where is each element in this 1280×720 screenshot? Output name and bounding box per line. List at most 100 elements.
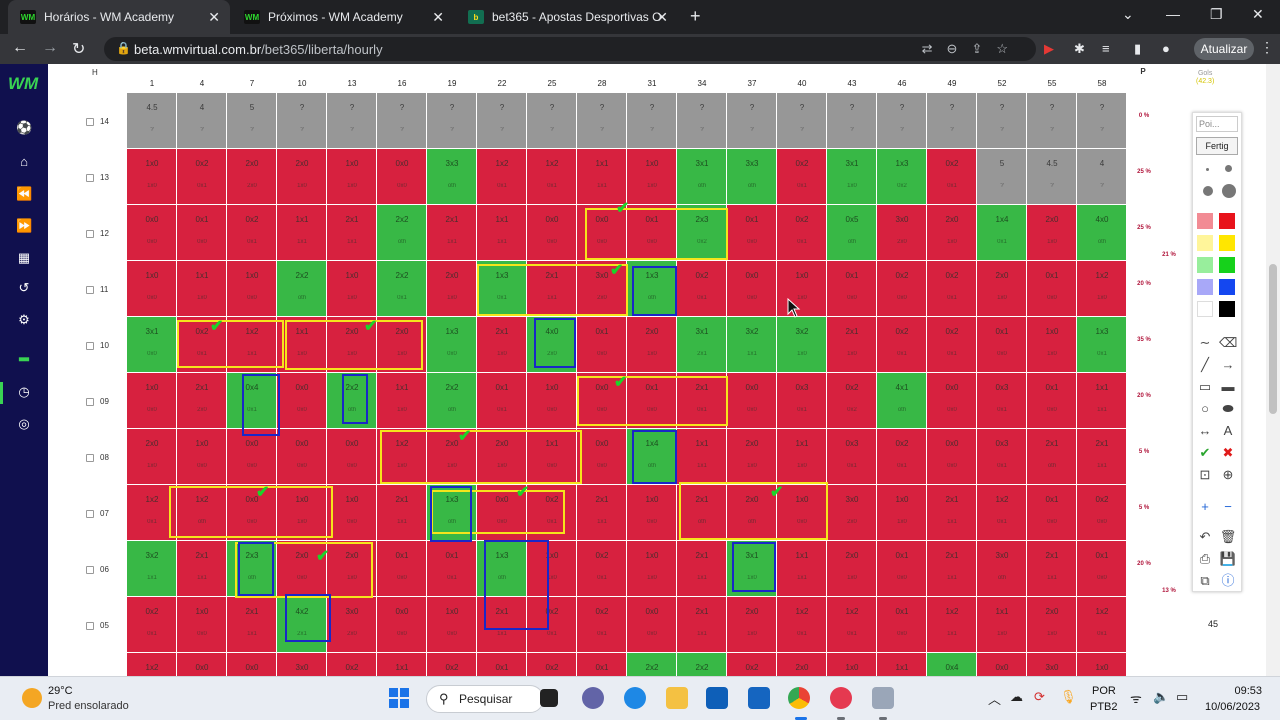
result-cell[interactable]: 3x1 0x0 (127, 317, 177, 373)
media-icon[interactable]: ≡ (1102, 41, 1110, 56)
result-cell[interactable]: 2x0 1x0 (477, 429, 527, 485)
back-icon[interactable]: ← (12, 39, 28, 57)
result-cell[interactable]: 2x0 1x0 (327, 317, 377, 373)
result-cell[interactable]: 3x0 2x0 (327, 597, 377, 653)
result-cell[interactable]: 2x2 oth (327, 373, 377, 429)
result-cell[interactable]: 1x1 1x1 (677, 429, 727, 485)
result-cell[interactable]: 3x0 2x0 (827, 485, 877, 541)
row-checkbox[interactable] (86, 397, 94, 406)
result-cell[interactable]: 1x0 1x0 (627, 541, 677, 597)
result-cell[interactable]: 0x0 0x0 (377, 597, 427, 653)
result-cell[interactable]: 0x2 0x1 (777, 205, 827, 261)
result-cell[interactable]: 3x3 oth (727, 149, 777, 205)
result-cell[interactable]: 1x0 0x0 (127, 261, 177, 317)
result-cell[interactable]: 1x2 (127, 653, 177, 676)
hour-row-label[interactable]: 11 (86, 285, 126, 294)
scrollbar-thumb[interactable] (1269, 264, 1277, 414)
row-checkbox[interactable] (86, 565, 94, 574)
result-cell[interactable]: 2x0 0x0 (277, 541, 327, 597)
result-cell[interactable]: 2x1 0x1 (677, 373, 727, 429)
undo-icon[interactable]: ↶ (1196, 529, 1214, 545)
fast-forward-icon[interactable]: ⏩ (16, 218, 32, 234)
result-cell[interactable]: 3x1 oth (677, 149, 727, 205)
show-hidden-icons-icon[interactable]: ︿ (988, 689, 1001, 708)
result-cell[interactable]: 0x3 0x1 (977, 373, 1027, 429)
result-cell[interactable]: 4? (177, 93, 227, 149)
result-cell[interactable]: 0x1 0x1 (477, 373, 527, 429)
result-cell[interactable]: 3x1 1x0 (727, 541, 777, 597)
result-cell[interactable]: 3x2 1x1 (727, 317, 777, 373)
result-cell[interactable]: 0x0 (227, 653, 277, 676)
result-cell[interactable]: 1x0 1x0 (327, 261, 377, 317)
result-cell[interactable]: 0x2 (427, 653, 477, 676)
result-cell[interactable]: ?? (327, 93, 377, 149)
result-cell[interactable]: 0x0 0x0 (627, 597, 677, 653)
result-cell[interactable]: 0x2 (727, 653, 777, 676)
result-cell[interactable]: 1x1 1x0 (977, 597, 1027, 653)
result-cell[interactable]: 1x1 1x0 (777, 429, 827, 485)
result-cell[interactable]: 0x0 0x0 (927, 429, 977, 485)
reload-icon[interactable]: ↻ (72, 39, 85, 59)
result-cell[interactable]: 0x2 0x0 (877, 261, 927, 317)
row-checkbox[interactable] (86, 229, 94, 238)
result-cell[interactable]: 4.5? (127, 93, 177, 149)
result-cell[interactable]: 3x0 2x0 (877, 205, 927, 261)
result-cell[interactable]: 1x1 1x1 (277, 205, 327, 261)
windows-start-icon[interactable] (388, 687, 410, 709)
snipping-tool-icon[interactable] (872, 687, 894, 709)
result-cell[interactable]: 1x2 0x1 (977, 485, 1027, 541)
result-cell[interactable]: ?? (277, 93, 327, 149)
tab-proximos[interactable]: WM Próximos - WM Academy ✕ (232, 0, 454, 34)
result-cell[interactable]: 1x0 0x0 (777, 485, 827, 541)
result-cell[interactable]: ?? (527, 93, 577, 149)
result-cell[interactable]: 2x1 1x1 (927, 485, 977, 541)
result-cell[interactable]: 2x0 1x0 (727, 597, 777, 653)
maximize-icon[interactable]: ❐ (1210, 6, 1223, 23)
result-cell[interactable]: 0x2 0x0 (1077, 485, 1127, 541)
weather-description[interactable]: Pred ensolarado (48, 700, 129, 712)
result-cell[interactable]: 0x0 0x0 (277, 373, 327, 429)
result-cell[interactable]: 2x0 1x0 (377, 317, 427, 373)
result-cell[interactable]: 0x2 0x1 (527, 485, 577, 541)
result-cell[interactable]: 0x2 0x1 (527, 597, 577, 653)
result-cell[interactable]: 3x2 1x1 (127, 541, 177, 597)
result-cell[interactable]: 0x1 0x0 (727, 205, 777, 261)
result-cell[interactable]: 4? (1077, 149, 1127, 205)
brush-size-3-icon[interactable] (1203, 186, 1213, 196)
result-cell[interactable]: 0x4 (927, 653, 977, 676)
result-cell[interactable]: 2x0 1x0 (327, 541, 377, 597)
extensions-icon[interactable]: ✱ (1074, 41, 1085, 57)
address-bar[interactable]: 🔒 beta.wmvirtual.com.br/bet365/liberta/h… (104, 37, 1036, 61)
result-cell[interactable]: 0x2 0x1 (577, 541, 627, 597)
x-mark-icon[interactable]: ✖ (1219, 445, 1237, 461)
color-swatch[interactable] (1219, 213, 1235, 229)
result-cell[interactable]: 0x0 (177, 653, 227, 676)
result-cell[interactable]: 1x0 (827, 653, 877, 676)
result-cell[interactable]: 2x0 oth (727, 485, 777, 541)
more-menu-icon[interactable]: ⋮ (1260, 39, 1274, 56)
row-checkbox[interactable] (86, 285, 94, 294)
result-cell[interactable]: 1x0 0x0 (427, 597, 477, 653)
result-cell[interactable]: 2x1 1x1 (477, 597, 527, 653)
close-tab-icon[interactable]: ✕ (656, 9, 668, 26)
result-cell[interactable]: 4.5? (1027, 149, 1077, 205)
result-cell[interactable]: ?? (777, 93, 827, 149)
copy-icon[interactable]: ⧉ (1196, 573, 1214, 589)
result-cell[interactable]: 0x0 0x0 (727, 261, 777, 317)
result-cell[interactable]: 2x0 1x0 (427, 261, 477, 317)
result-cell[interactable]: 2x0 1x0 (1027, 597, 1077, 653)
result-cell[interactable]: 0x1 (577, 653, 627, 676)
result-cell[interactable]: 0x0 0x0 (577, 429, 627, 485)
result-cell[interactable]: 0x1 0x0 (577, 317, 627, 373)
result-cell[interactable]: 1x1 1x1 (577, 149, 627, 205)
result-cell[interactable]: 0x2 0x1 (927, 149, 977, 205)
result-cell[interactable]: 1x2 oth (177, 485, 227, 541)
result-cell[interactable]: ?? (577, 93, 627, 149)
hour-row-label[interactable]: 05 (86, 621, 126, 630)
result-cell[interactable]: 1x0 0x0 (127, 373, 177, 429)
result-cell[interactable]: 2x0 1x0 (827, 541, 877, 597)
volume-icon[interactable]: 🔈 (1153, 689, 1169, 705)
result-cell[interactable]: 1x0 0x0 (177, 597, 227, 653)
result-cell[interactable]: 0x2 0x1 (177, 317, 227, 373)
result-cell[interactable]: 0x2 0x1 (777, 149, 827, 205)
